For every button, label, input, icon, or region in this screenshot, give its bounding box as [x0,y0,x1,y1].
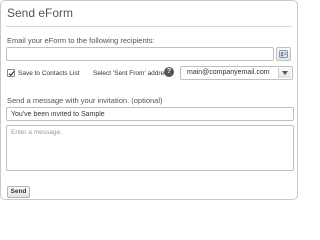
page-title: Send eForm [7,6,74,20]
help-icon[interactable]: ? [164,67,174,77]
sent-from-label: Select 'Sent From' address: [93,70,173,77]
subject-input[interactable] [6,107,294,121]
chevron-down-icon [282,71,288,75]
sent-from-value: main@companyemail.com [187,69,270,76]
title-divider [6,26,292,27]
sent-from-dropdown-button[interactable] [278,68,291,78]
save-to-contacts-checkbox[interactable] [7,69,15,77]
message-textarea[interactable] [6,125,294,171]
checkmark-icon [8,70,15,77]
save-to-contacts-label: Save to Contacts List [18,70,80,77]
recipients-label: Email your eForm to the following recipi… [7,36,155,45]
message-label: Send a message with your invitation. (op… [7,96,163,105]
send-eform-panel: Send eForm Email your eForm to the follo… [0,0,298,200]
recipients-input[interactable] [6,47,274,61]
address-book-button[interactable] [276,47,291,61]
address-book-icon [279,50,288,58]
sent-from-select[interactable]: main@companyemail.com [180,66,293,80]
send-button[interactable]: Send [7,186,30,198]
